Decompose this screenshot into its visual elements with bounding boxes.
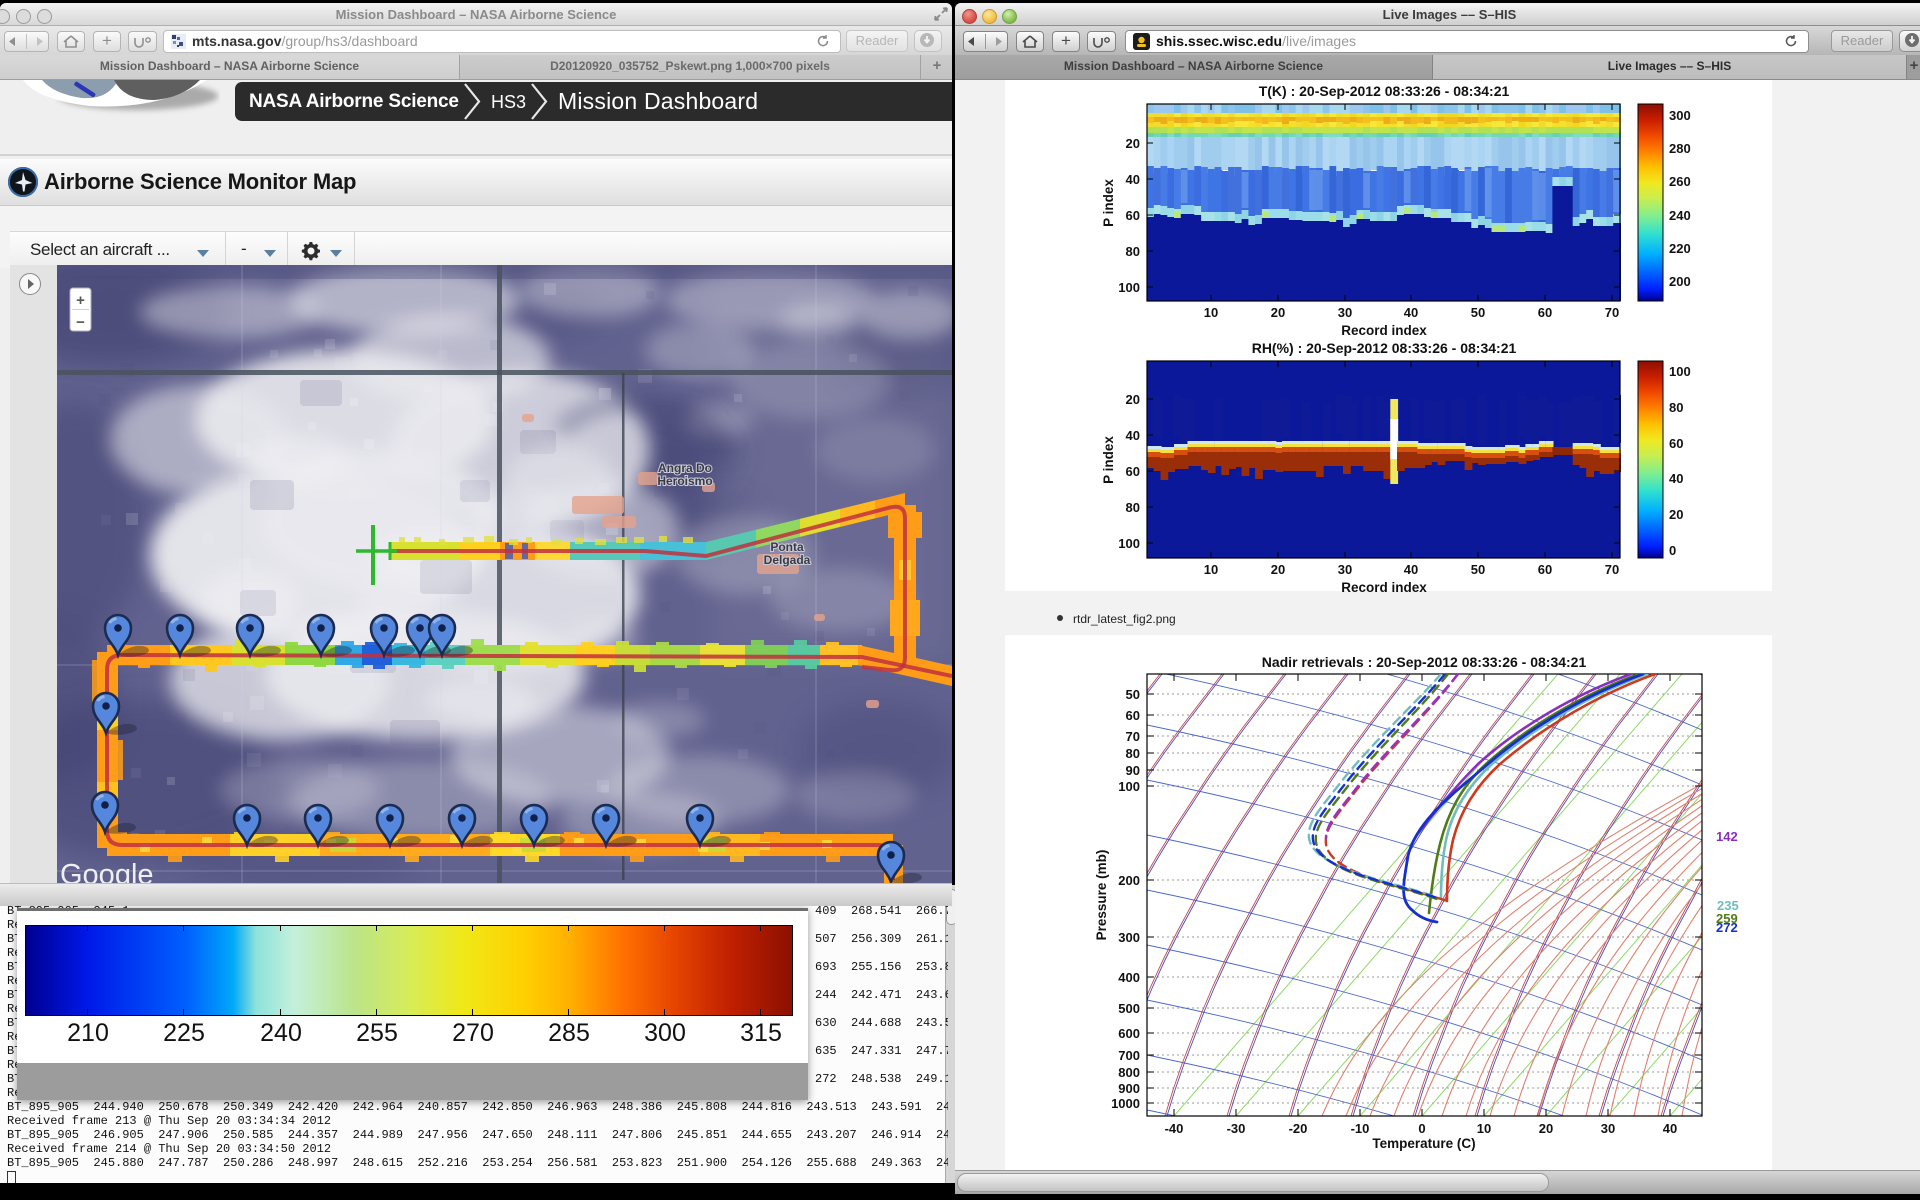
svg-text:500: 500 — [1118, 1001, 1140, 1016]
svg-text:40: 40 — [1126, 428, 1140, 443]
svg-text:142: 142 — [1716, 829, 1738, 844]
svg-text:220: 220 — [1669, 241, 1691, 256]
svg-text:280: 280 — [1669, 141, 1691, 156]
svg-text:700: 700 — [1118, 1048, 1140, 1063]
svg-text:10: 10 — [1204, 305, 1218, 320]
svg-text:600: 600 — [1118, 1026, 1140, 1041]
svg-text:100: 100 — [1118, 779, 1140, 794]
svg-text:Record index: Record index — [1341, 323, 1427, 338]
svg-text:Angra DoHeroismo: Angra Do Heroismo — [657, 461, 712, 488]
svg-text:80: 80 — [1126, 746, 1140, 761]
svg-text:20: 20 — [1669, 507, 1683, 522]
svg-text:100: 100 — [1669, 364, 1691, 379]
svg-text:30: 30 — [1338, 562, 1352, 577]
svg-text:Nadir retrievals : 20-Sep-2012: Nadir retrievals : 20-Sep-2012 08:33:26 … — [1262, 654, 1587, 670]
svg-text:272: 272 — [1716, 920, 1738, 935]
svg-text:Temperature (C): Temperature (C) — [1372, 1136, 1475, 1151]
svg-text:240: 240 — [1669, 208, 1691, 223]
svg-text:70: 70 — [1126, 729, 1140, 744]
svg-text:−: − — [76, 314, 85, 331]
svg-text:10: 10 — [1204, 562, 1218, 577]
svg-text:60: 60 — [1669, 436, 1683, 451]
svg-text:400: 400 — [1118, 970, 1140, 985]
svg-text:Pressure (mb): Pressure (mb) — [1094, 850, 1109, 941]
svg-text:80: 80 — [1669, 400, 1683, 415]
svg-text:20: 20 — [1271, 562, 1285, 577]
svg-text:60: 60 — [1538, 562, 1552, 577]
svg-text:-20: -20 — [1289, 1121, 1308, 1136]
svg-text:40: 40 — [1663, 1121, 1677, 1136]
svg-text:rtdr_latest_fig2.png: rtdr_latest_fig2.png — [1073, 612, 1176, 626]
svg-text:80: 80 — [1126, 244, 1140, 259]
svg-text:60: 60 — [1126, 208, 1140, 223]
svg-text:200: 200 — [1118, 873, 1140, 888]
svg-text:100: 100 — [1118, 280, 1140, 295]
svg-text:T(K) : 20-Sep-2012 08:33:26 -: T(K) : 20-Sep-2012 08:33:26 - 08:34:21 — [1259, 83, 1510, 99]
svg-text:30: 30 — [1601, 1121, 1615, 1136]
svg-text:P index: P index — [1101, 436, 1116, 484]
svg-text:P index: P index — [1101, 179, 1116, 227]
svg-text:30: 30 — [1338, 305, 1352, 320]
svg-text:70: 70 — [1605, 305, 1619, 320]
svg-text:20: 20 — [1271, 305, 1285, 320]
svg-text:40: 40 — [1669, 471, 1683, 486]
svg-text:20: 20 — [1126, 392, 1140, 407]
svg-text:80: 80 — [1126, 500, 1140, 515]
svg-text:50: 50 — [1126, 687, 1140, 702]
svg-text:60: 60 — [1126, 708, 1140, 723]
svg-text:200: 200 — [1669, 274, 1691, 289]
svg-text:Record index: Record index — [1341, 580, 1427, 595]
svg-text:60: 60 — [1538, 305, 1552, 320]
svg-text:10: 10 — [1477, 1121, 1491, 1136]
svg-text:900: 900 — [1118, 1081, 1140, 1096]
svg-text:90: 90 — [1126, 763, 1140, 778]
svg-text:60: 60 — [1126, 464, 1140, 479]
svg-text:300: 300 — [1118, 930, 1140, 945]
svg-text:PontaDelgada: Ponta Delgada — [764, 540, 811, 567]
svg-text:1000: 1000 — [1111, 1096, 1140, 1111]
svg-text:100: 100 — [1118, 536, 1140, 551]
svg-text:-30: -30 — [1227, 1121, 1246, 1136]
svg-text:-40: -40 — [1165, 1121, 1184, 1136]
svg-text:70: 70 — [1605, 562, 1619, 577]
svg-text:50: 50 — [1471, 305, 1485, 320]
svg-text:300: 300 — [1669, 108, 1691, 123]
svg-text:0: 0 — [1418, 1121, 1425, 1136]
svg-text:40: 40 — [1404, 305, 1418, 320]
svg-text:40: 40 — [1404, 562, 1418, 577]
svg-text:20: 20 — [1539, 1121, 1553, 1136]
svg-text:260: 260 — [1669, 174, 1691, 189]
svg-text:20: 20 — [1126, 136, 1140, 151]
svg-text:RH(%) : 20-Sep-2012 08:33:26 -: RH(%) : 20-Sep-2012 08:33:26 - 08:34:21 — [1252, 340, 1517, 356]
svg-text:40: 40 — [1126, 172, 1140, 187]
svg-text:-10: -10 — [1351, 1121, 1370, 1136]
svg-text:0: 0 — [1669, 543, 1676, 558]
svg-text:50: 50 — [1471, 562, 1485, 577]
svg-text:800: 800 — [1118, 1065, 1140, 1080]
svg-text:Google: Google — [60, 859, 154, 883]
svg-text:+: + — [76, 292, 85, 309]
